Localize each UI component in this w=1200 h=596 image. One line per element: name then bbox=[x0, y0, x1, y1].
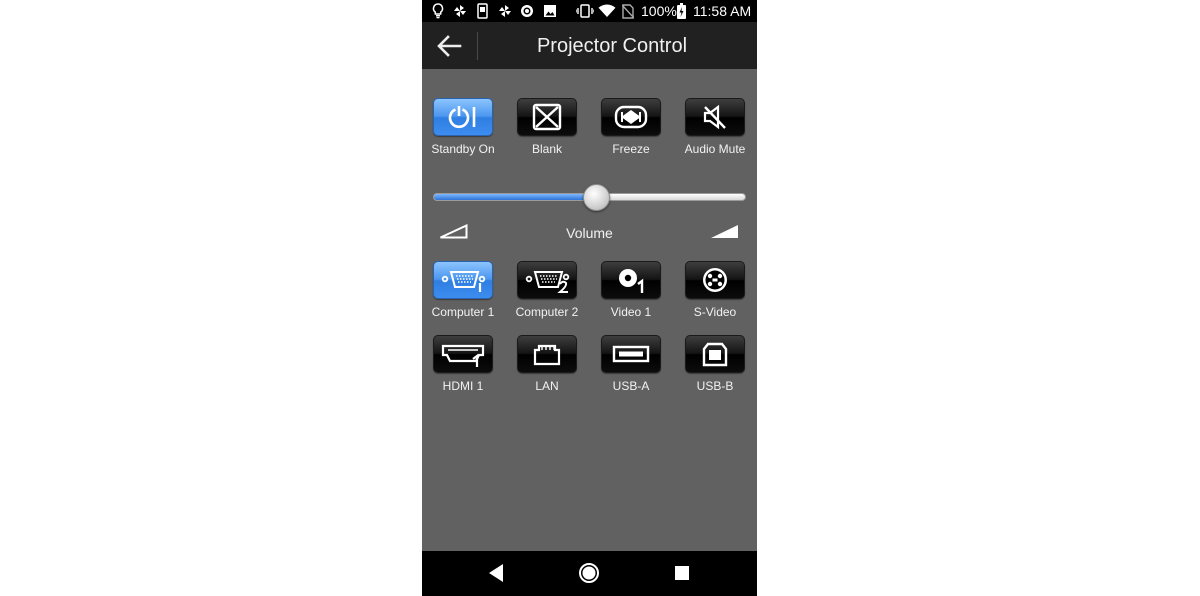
volume-high-icon bbox=[710, 224, 739, 244]
nav-recents-button[interactable] bbox=[670, 561, 694, 585]
freeze-button[interactable]: Freeze bbox=[596, 98, 666, 156]
status-bar: 100% 11:58 AM bbox=[422, 0, 757, 22]
page-title: Projector Control bbox=[536, 35, 688, 57]
circle-home-icon bbox=[579, 563, 599, 583]
lightbulb-icon bbox=[431, 3, 445, 19]
wifi-icon bbox=[598, 3, 616, 19]
input-button-face[interactable] bbox=[685, 261, 745, 299]
input-label: S-Video bbox=[693, 305, 737, 319]
s-video-icon bbox=[703, 268, 727, 292]
battery-level: 100% bbox=[641, 3, 677, 19]
pinwheel-icon bbox=[498, 3, 512, 19]
control-label: Freeze bbox=[612, 142, 650, 156]
control-label: Blank bbox=[531, 142, 563, 156]
control-label: Standby On bbox=[431, 142, 495, 156]
input-button-face[interactable] bbox=[685, 335, 745, 373]
circle-app-icon bbox=[520, 3, 534, 19]
control-button-face[interactable] bbox=[517, 98, 577, 136]
image-icon bbox=[543, 3, 557, 19]
input-button-face[interactable] bbox=[601, 261, 661, 299]
input-button-face[interactable] bbox=[517, 261, 577, 299]
clock: 11:58 AM bbox=[693, 3, 752, 19]
video-1-icon bbox=[619, 269, 644, 293]
navigation-bar bbox=[422, 551, 757, 596]
usb-a-icon bbox=[612, 345, 650, 363]
input-button-face[interactable] bbox=[517, 335, 577, 373]
no-sim-icon bbox=[621, 3, 634, 19]
input-button-face[interactable] bbox=[601, 335, 661, 373]
input-hdmi-1-button[interactable]: HDMI 1 bbox=[428, 335, 498, 393]
control-button-face[interactable] bbox=[433, 98, 493, 136]
back-button[interactable] bbox=[434, 31, 464, 61]
pinwheel-icon bbox=[453, 3, 467, 19]
volume-slider-thumb[interactable] bbox=[582, 184, 610, 211]
usb-b-icon bbox=[702, 342, 728, 367]
blank-icon bbox=[532, 103, 562, 131]
audio-mute-button[interactable]: Audio Mute bbox=[680, 98, 750, 156]
square-recents-icon bbox=[675, 566, 689, 580]
audio-mute-icon bbox=[703, 104, 726, 130]
triangle-back-icon bbox=[489, 564, 503, 582]
input-label: Computer 2 bbox=[515, 305, 579, 319]
input-s-video-button[interactable]: S-Video bbox=[680, 261, 750, 319]
input-button-face[interactable] bbox=[433, 261, 493, 299]
control-button-face[interactable] bbox=[601, 98, 661, 136]
standby-on-button[interactable]: Standby On bbox=[428, 98, 498, 156]
input-button-face[interactable] bbox=[433, 335, 493, 373]
input-computer-2-button[interactable]: Computer 2 bbox=[512, 261, 582, 319]
nav-home-button[interactable] bbox=[577, 561, 601, 585]
volume-label: Volume bbox=[566, 225, 613, 241]
freeze-icon bbox=[614, 105, 648, 129]
input-lan-button[interactable]: LAN bbox=[512, 335, 582, 393]
input-label: LAN bbox=[535, 379, 559, 393]
phone-doc-icon bbox=[476, 3, 488, 19]
lan-icon bbox=[533, 344, 561, 366]
input-label: HDMI 1 bbox=[442, 379, 484, 393]
input-computer-1-button[interactable]: Computer 1 bbox=[428, 261, 498, 319]
nav-back-button[interactable] bbox=[484, 561, 508, 585]
vga-1-icon bbox=[441, 271, 486, 292]
volume-slider[interactable] bbox=[433, 184, 746, 211]
input-label: Video 1 bbox=[610, 305, 652, 319]
volume-low-icon bbox=[439, 223, 468, 244]
phone-screen: 100% 11:58 AM Projector Control Standby … bbox=[422, 0, 757, 596]
input-label: USB-B bbox=[696, 379, 734, 393]
power-icon bbox=[448, 106, 476, 129]
hdmi-1-icon bbox=[441, 344, 485, 367]
volume-slider-fill bbox=[434, 194, 596, 200]
control-label: Audio Mute bbox=[684, 142, 746, 156]
vibrate-icon bbox=[576, 3, 594, 19]
battery-charging-icon bbox=[676, 3, 686, 19]
arrow-left-icon bbox=[437, 35, 462, 57]
app-bar: Projector Control bbox=[422, 22, 757, 69]
vga-2-icon bbox=[525, 271, 570, 293]
input-label: USB-A bbox=[612, 379, 650, 393]
blank-button[interactable]: Blank bbox=[512, 98, 582, 156]
input-label: Computer 1 bbox=[431, 305, 495, 319]
app-bar-divider bbox=[477, 32, 478, 60]
input-usb-b-button[interactable]: USB-B bbox=[680, 335, 750, 393]
input-video-1-button[interactable]: Video 1 bbox=[596, 261, 666, 319]
input-usb-a-button[interactable]: USB-A bbox=[596, 335, 666, 393]
control-button-face[interactable] bbox=[685, 98, 745, 136]
